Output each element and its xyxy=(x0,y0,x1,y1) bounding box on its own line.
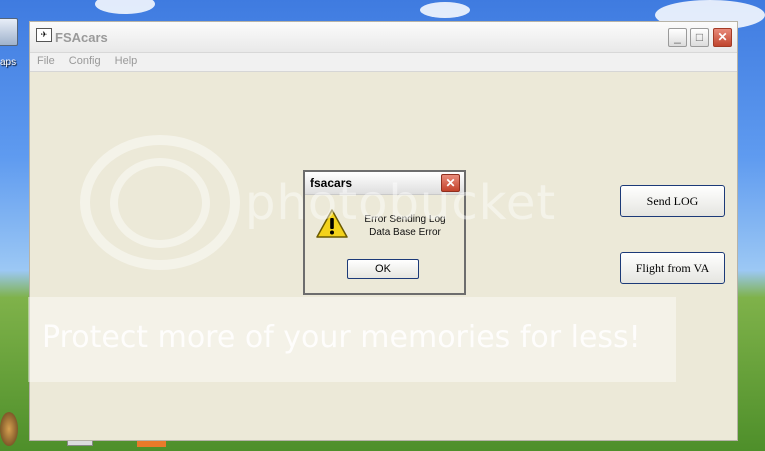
menu-help[interactable]: Help xyxy=(115,53,138,70)
ok-button[interactable]: OK xyxy=(347,259,419,279)
cloud xyxy=(95,0,155,14)
minimize-button[interactable]: _ xyxy=(668,28,687,47)
maximize-button[interactable]: □ xyxy=(690,28,709,47)
menu-file[interactable]: File xyxy=(37,53,55,70)
title-bar[interactable]: ✈ FSAcars _ □ ✕ xyxy=(30,22,737,53)
watermark-banner-text: Protect more of your memories for less! xyxy=(42,320,641,355)
flight-from-va-button[interactable]: Flight from VA xyxy=(620,252,725,284)
window-title: FSAcars xyxy=(55,30,108,45)
close-icon: ✕ xyxy=(717,30,728,44)
desktop-app-icon[interactable] xyxy=(0,412,18,446)
menu-config[interactable]: Config xyxy=(69,53,101,70)
desktop-computer-icon[interactable] xyxy=(0,18,18,46)
desktop-icon-label: aps xyxy=(0,57,17,68)
menu-bar: File Config Help xyxy=(30,53,737,72)
maximize-icon: □ xyxy=(695,30,704,44)
watermark-logo-inner xyxy=(110,158,210,248)
cloud xyxy=(420,2,470,18)
send-log-button[interactable]: Send LOG xyxy=(620,185,725,217)
app-icon: ✈ xyxy=(36,28,52,42)
close-button[interactable]: ✕ xyxy=(713,28,732,47)
watermark-brand: photobucket xyxy=(245,175,557,231)
minimize-icon: _ xyxy=(674,30,681,44)
